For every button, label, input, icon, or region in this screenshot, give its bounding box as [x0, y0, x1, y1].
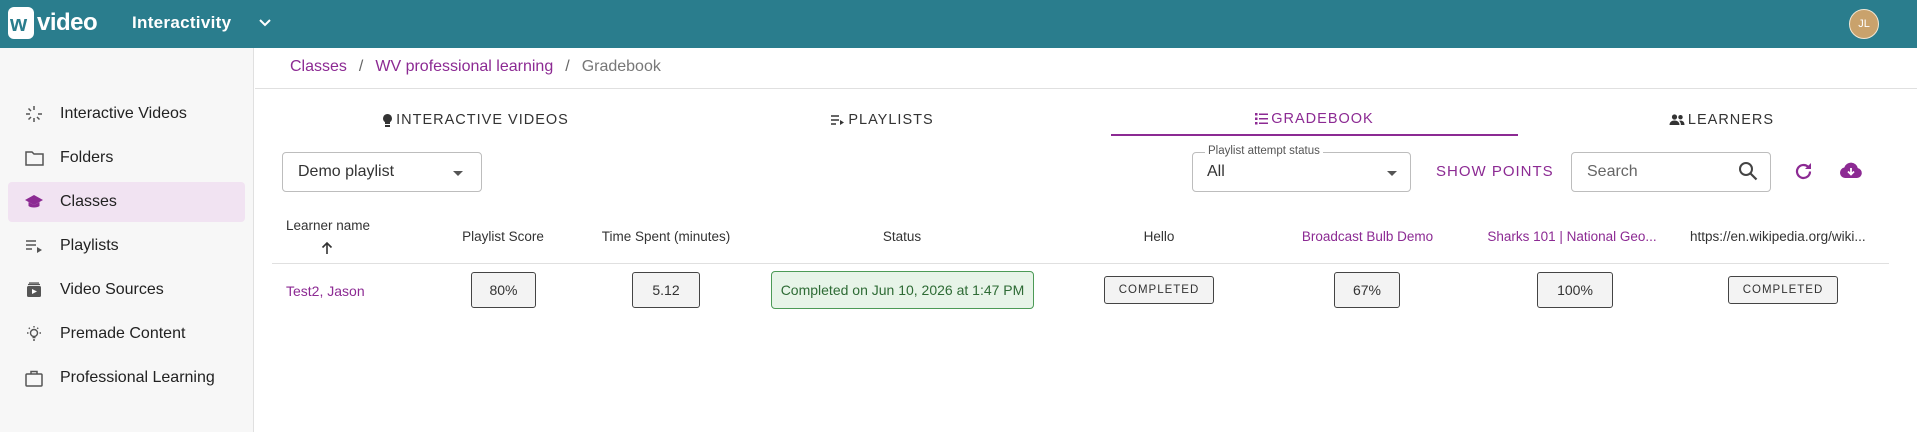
wikipedia-status-chip: COMPLETED: [1728, 276, 1838, 304]
sidebar-item-professional-learning[interactable]: Professional Learning: [8, 358, 245, 398]
playlist-select-value: Demo playlist: [298, 163, 395, 180]
tab-interactive-videos[interactable]: INTERACTIVE VIDEOS: [272, 104, 679, 136]
learner-name-link[interactable]: Test2, Jason: [286, 283, 365, 299]
cloud-download-icon[interactable]: [1839, 160, 1863, 182]
playlist-icon: [24, 236, 44, 256]
avatar[interactable]: JL: [1849, 9, 1879, 39]
graduation-cap-icon: [24, 192, 44, 212]
status-badge: Completed on Jun 10, 2026 at 1:47 PM: [771, 271, 1034, 309]
tab-learners[interactable]: LEARNERS: [1518, 104, 1917, 136]
breadcrumb: Classes / WV professional learning / Gra…: [290, 58, 661, 76]
sidebar-item-label: Professional Learning: [60, 369, 215, 386]
caret-down-icon: [1387, 171, 1397, 176]
app-title[interactable]: Interactivity: [132, 13, 231, 33]
column-header-learner-name[interactable]: Learner name: [286, 218, 370, 233]
hello-status-chip: COMPLETED: [1104, 276, 1214, 304]
breadcrumb-separator: /: [358, 58, 364, 75]
folder-icon: [24, 148, 44, 168]
column-header-broadcast-bulb-demo[interactable]: Broadcast Bulb Demo: [1290, 229, 1445, 244]
lightbulb-icon: [24, 324, 44, 344]
playlist-play-icon: [831, 114, 845, 126]
playlist-select[interactable]: Demo playlist: [282, 152, 482, 192]
video-library-icon: [24, 280, 44, 300]
sidebar-item-playlists[interactable]: Playlists: [8, 226, 245, 266]
chevron-down-icon[interactable]: [258, 16, 272, 30]
sidebar-item-interactive-videos[interactable]: Interactive Videos: [8, 94, 245, 134]
breadcrumb-classes-link[interactable]: Classes: [290, 58, 347, 76]
sidebar-item-folders[interactable]: Folders: [8, 138, 245, 178]
sparkle-cursor-icon: [24, 104, 44, 124]
sharks-101-score-chip: 100%: [1537, 272, 1613, 308]
tab-playlists[interactable]: PLAYLISTS: [679, 104, 1086, 136]
logo-mark: w: [8, 7, 34, 39]
column-header-hello[interactable]: Hello: [1109, 229, 1209, 244]
column-header-status[interactable]: Status: [852, 229, 952, 244]
tab-label: INTERACTIVE VIDEOS: [396, 112, 569, 128]
wevideo-logo[interactable]: w video: [8, 7, 98, 39]
sidebar-item-label: Interactive Videos: [60, 105, 187, 122]
refresh-icon[interactable]: [1793, 161, 1814, 182]
sidebar-item-video-sources[interactable]: Video Sources: [8, 270, 245, 310]
column-header-playlist-score[interactable]: Playlist Score: [443, 229, 563, 244]
tab-gradebook[interactable]: GRADEBOOK: [1111, 104, 1518, 136]
sidebar-item-label: Classes: [60, 193, 117, 210]
list-icon: [1255, 113, 1269, 125]
top-bar: w video Interactivity JL: [0, 0, 1917, 48]
time-spent-chip: 5.12: [632, 272, 700, 308]
tab-label: PLAYLISTS: [848, 112, 934, 128]
column-header-time-spent[interactable]: Time Spent (minutes): [590, 229, 742, 244]
arrow-up-icon[interactable]: [319, 240, 335, 256]
status-filter-value: All: [1207, 163, 1225, 180]
status-filter-label: Playlist attempt status: [1205, 145, 1323, 157]
tab-label: GRADEBOOK: [1271, 111, 1374, 127]
column-header-sharks-101[interactable]: Sharks 101 | National Geo...: [1482, 229, 1662, 244]
breadcrumb-current: Gradebook: [581, 58, 661, 75]
table-header-divider: [272, 263, 1889, 264]
logo-text: video: [37, 9, 98, 36]
sidebar-item-label: Playlists: [60, 237, 119, 254]
show-points-button[interactable]: SHOW POINTS: [1436, 163, 1554, 180]
column-header-wikipedia[interactable]: https://en.wikipedia.org/wiki...: [1690, 229, 1877, 244]
sidebar-item-classes[interactable]: Classes: [8, 182, 245, 222]
lightbulb-icon: [382, 113, 393, 128]
playlist-attempt-status-select[interactable]: Playlist attempt status All: [1192, 145, 1411, 192]
tab-label: LEARNERS: [1687, 112, 1775, 128]
broadcast-bulb-demo-score-chip: 67%: [1334, 272, 1400, 308]
briefcase-icon: [24, 368, 44, 388]
breadcrumb-separator: /: [565, 58, 570, 75]
sidebar-item-label: Video Sources: [60, 281, 164, 298]
caret-down-icon: [453, 171, 463, 176]
sidebar: Interactive Videos Folders Classes Playl…: [0, 48, 254, 432]
sidebar-item-label: Folders: [60, 149, 114, 166]
search-icon[interactable]: [1738, 161, 1758, 181]
sidebar-item-label: Premade Content: [60, 325, 186, 342]
breadcrumb-class-link[interactable]: WV professional learning: [375, 58, 553, 76]
playlist-score-chip: 80%: [471, 272, 536, 308]
sidebar-item-premade-content[interactable]: Premade Content: [8, 314, 245, 354]
breadcrumb-divider: [255, 88, 1917, 89]
people-icon: [1669, 114, 1685, 126]
